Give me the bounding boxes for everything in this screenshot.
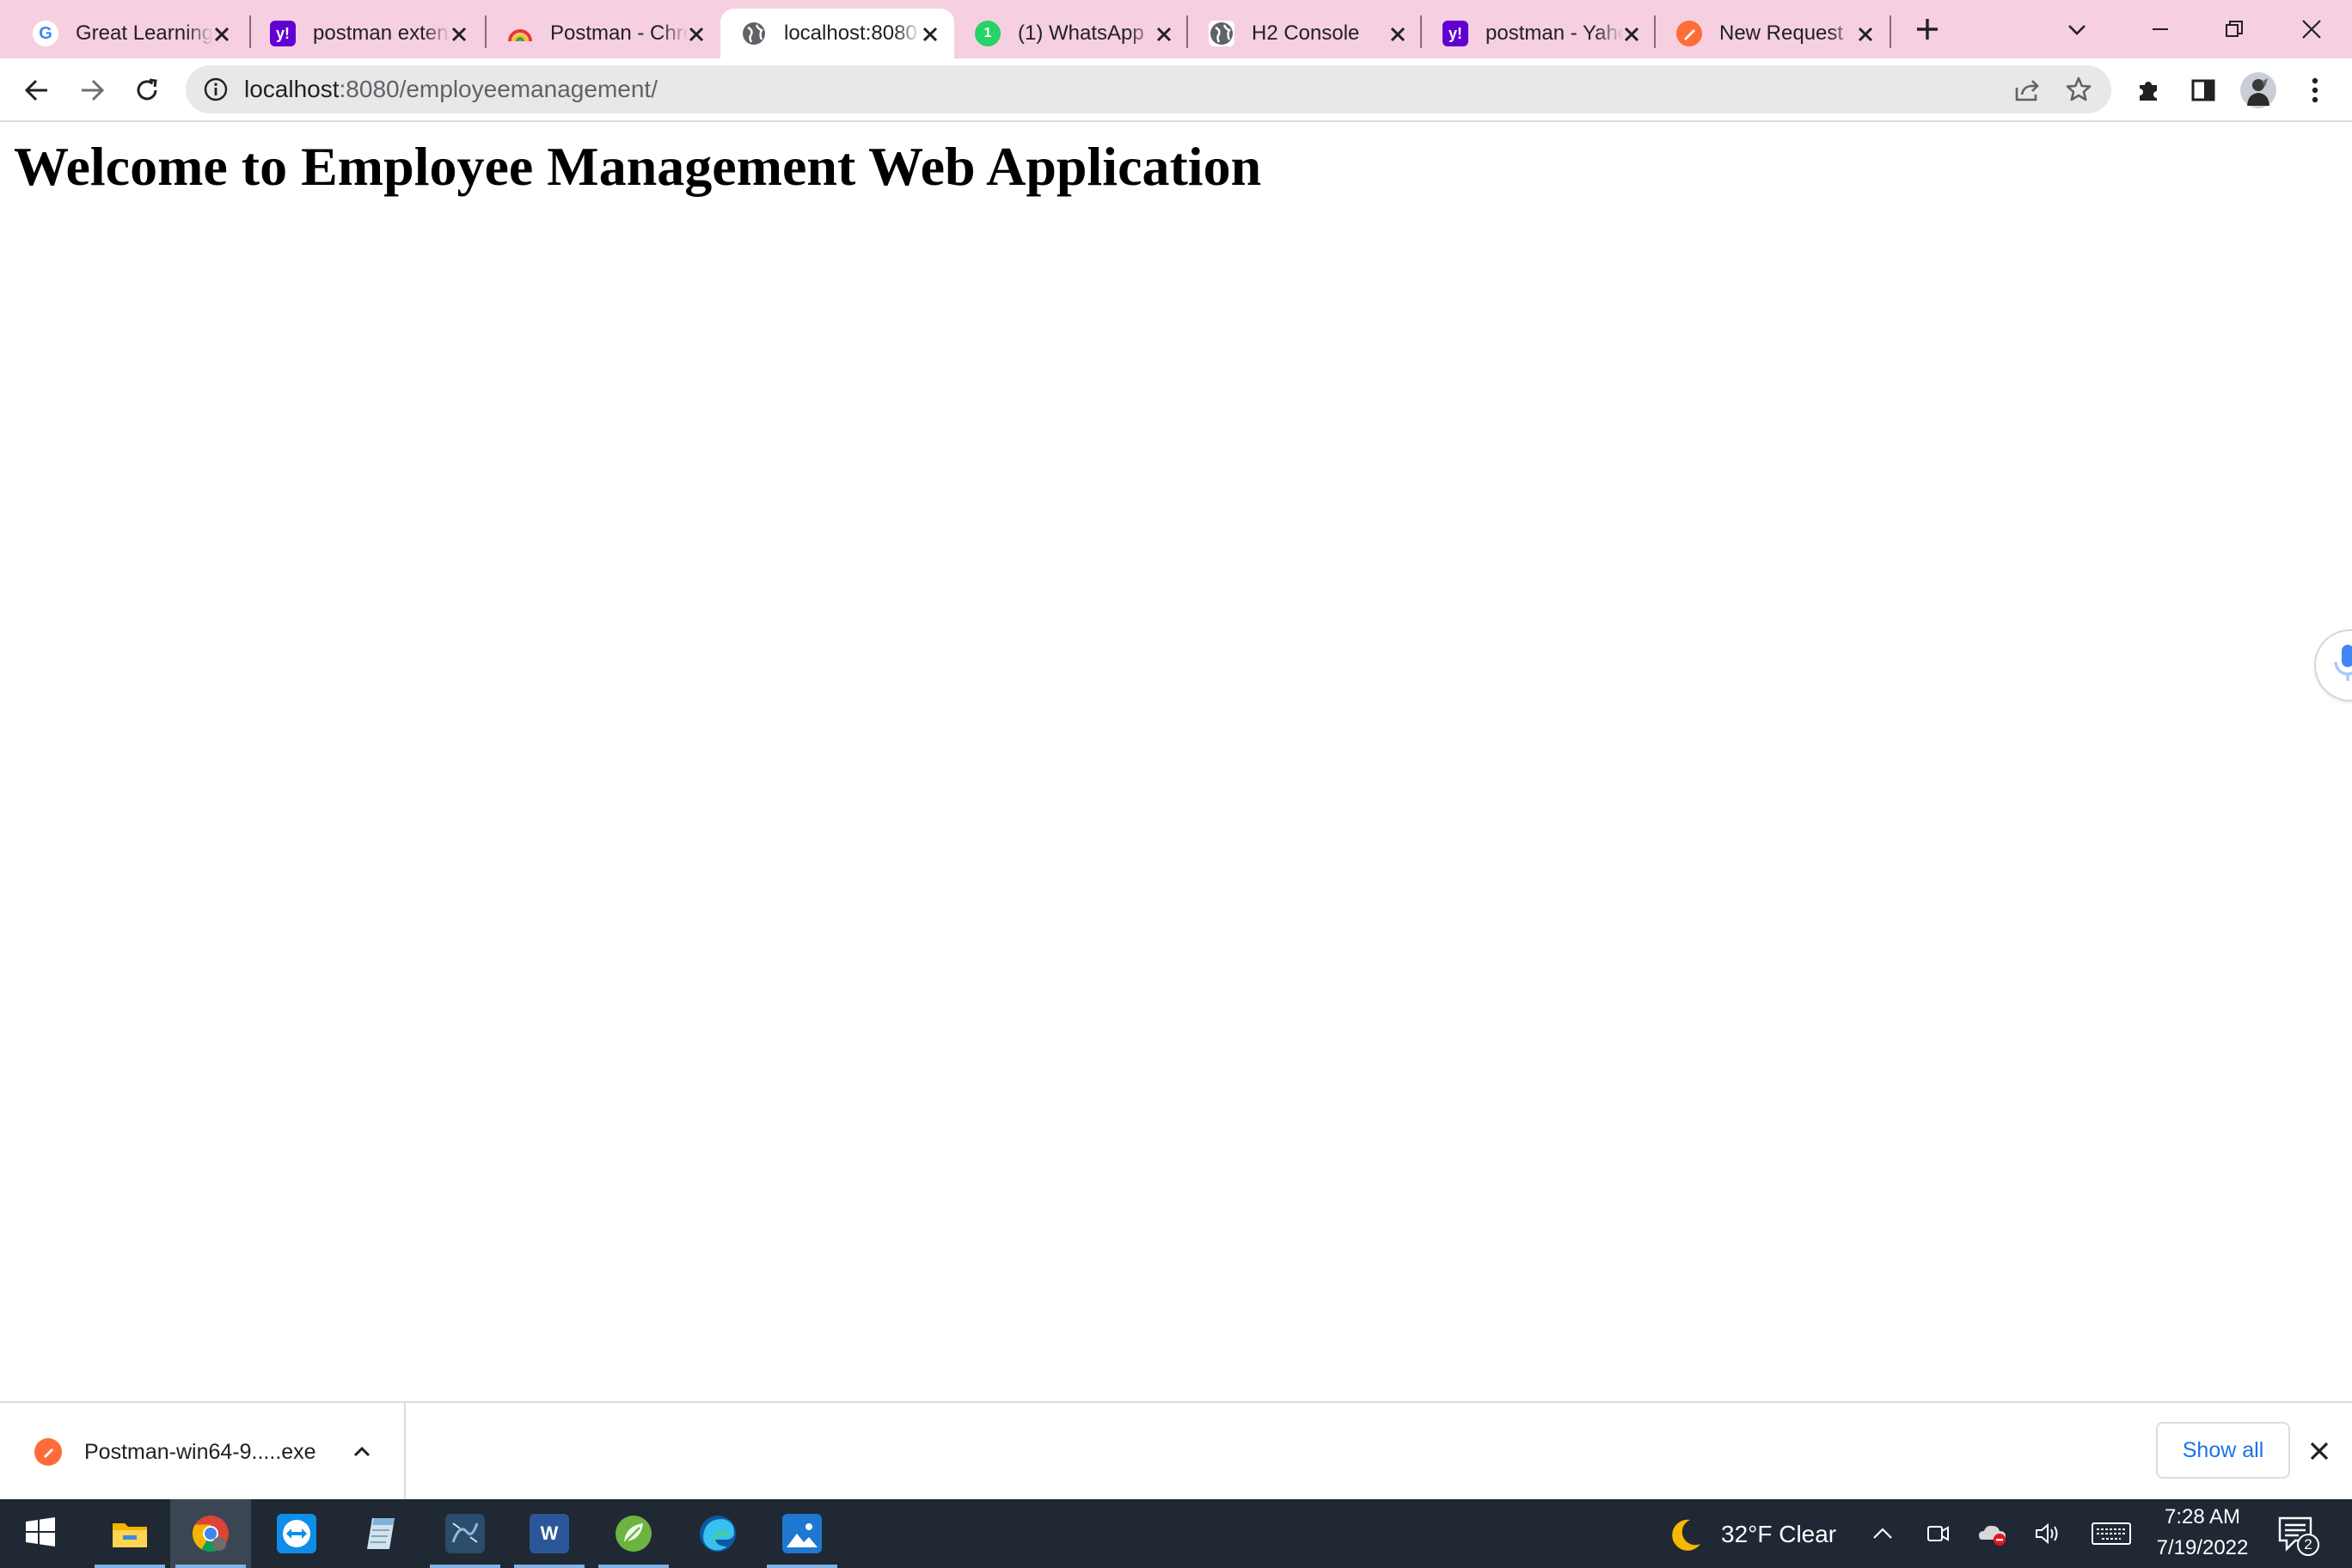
profile-avatar[interactable] xyxy=(2237,69,2280,112)
reload-button[interactable] xyxy=(126,69,168,112)
url-path: :8080/employeemanagement/ xyxy=(339,76,658,102)
tab-postman-chrome[interactable]: Postman - Chrome xyxy=(487,9,720,58)
download-item[interactable]: Postman-win64-9.....exe xyxy=(0,1403,406,1499)
taskbar-chrome[interactable] xyxy=(170,1499,251,1568)
yahoo-icon: y! xyxy=(270,21,296,46)
tab-new-request[interactable]: New Request xyxy=(1656,9,1890,58)
close-icon[interactable] xyxy=(684,22,708,46)
whatsapp-icon: 1 xyxy=(975,21,1001,46)
mysql-workbench-icon xyxy=(445,1514,485,1553)
download-file-name: Postman-win64-9.....exe xyxy=(84,1440,316,1464)
chevron-up-icon[interactable] xyxy=(347,1437,377,1467)
restore-button[interactable] xyxy=(2206,7,2263,52)
tab-postman-yahoo[interactable]: y! postman - Yahoo xyxy=(1422,9,1656,58)
tab-title: (1) WhatsApp xyxy=(1018,21,1144,45)
clock-date[interactable]: 7/19/2022 xyxy=(2146,1535,2259,1561)
yahoo-icon: y! xyxy=(1442,21,1468,46)
minimize-button[interactable] xyxy=(2132,7,2189,52)
tab-title: localhost:8080 xyxy=(784,21,917,45)
keyboard-icon[interactable] xyxy=(2089,1516,2134,1551)
tab-great-learning[interactable]: G Great Learning xyxy=(12,9,246,58)
rainbow-icon xyxy=(507,21,533,46)
globe-icon xyxy=(741,21,767,46)
teamviewer-icon xyxy=(277,1514,316,1553)
forward-button[interactable] xyxy=(70,69,113,112)
start-button[interactable] xyxy=(0,1499,81,1568)
spring-tool-suite-icon xyxy=(614,1514,653,1553)
notification-count-badge: 2 xyxy=(2297,1534,2319,1556)
close-icon[interactable] xyxy=(210,22,234,46)
volume-icon[interactable] xyxy=(2030,1516,2065,1551)
page-viewport: Welcome to Employee Management Web Appli… xyxy=(0,124,2352,1401)
close-icon[interactable] xyxy=(1152,22,1176,46)
close-icon[interactable] xyxy=(2304,1436,2335,1467)
taskbar-mysql-workbench[interactable] xyxy=(425,1499,505,1568)
word-icon: W xyxy=(530,1514,569,1553)
tab-whatsapp[interactable]: 1 (1) WhatsApp xyxy=(954,9,1188,58)
close-icon[interactable] xyxy=(1386,22,1410,46)
show-hidden-icons-chevron-icon[interactable] xyxy=(1865,1516,1900,1551)
taskbar-notepad[interactable] xyxy=(340,1499,421,1568)
tab-title: postman - Yahoo xyxy=(1485,21,1623,45)
chrome-menu-icon[interactable] xyxy=(2294,69,2337,112)
file-explorer-icon xyxy=(110,1514,150,1553)
url-host: localhost xyxy=(244,76,340,102)
clock-time[interactable]: 7:28 AM xyxy=(2159,1504,2245,1530)
tab-title: Great Learning xyxy=(76,21,213,45)
close-icon[interactable] xyxy=(1620,22,1644,46)
postman-icon xyxy=(34,1438,62,1466)
bookmark-star-icon[interactable] xyxy=(2063,74,2094,105)
taskbar-photos[interactable] xyxy=(762,1499,842,1568)
tab-title: Postman - Chrome xyxy=(550,21,688,45)
edge-icon xyxy=(698,1514,738,1553)
tab-postman-extension[interactable]: y! postman extension xyxy=(249,9,483,58)
page-title: Welcome to Employee Management Web Appli… xyxy=(14,136,1262,197)
tab-title: H2 Console xyxy=(1252,21,1360,45)
weather-widget[interactable]: 32°F Clear xyxy=(1721,1520,1836,1549)
photos-icon xyxy=(782,1514,822,1553)
tab-title: postman extension xyxy=(313,21,450,45)
extensions-icon[interactable] xyxy=(2127,69,2170,112)
site-info-icon[interactable] xyxy=(203,77,229,102)
url-text: localhost:8080/employeemanagement/ xyxy=(244,77,658,102)
close-icon[interactable] xyxy=(1853,22,1877,46)
tab-separator xyxy=(1890,15,1891,48)
taskbar-edge[interactable] xyxy=(677,1499,758,1568)
postman-icon xyxy=(1676,21,1702,46)
taskbar-spring-tool-suite[interactable] xyxy=(593,1499,674,1568)
download-shelf: Postman-win64-9.....exe Show all xyxy=(0,1401,2352,1499)
globe-icon xyxy=(1209,21,1234,46)
browser-toolbar: localhost:8080/employeemanagement/ xyxy=(0,58,2352,122)
new-tab-button[interactable] xyxy=(1905,7,1950,52)
notepad-icon xyxy=(361,1514,401,1553)
moon-icon xyxy=(1664,1515,1706,1556)
taskbar-file-explorer[interactable] xyxy=(89,1499,170,1568)
taskbar-word[interactable]: W xyxy=(509,1499,590,1568)
start-icon xyxy=(26,1516,55,1551)
side-panel-icon[interactable] xyxy=(2182,69,2225,112)
tab-search-button[interactable] xyxy=(2055,7,2099,52)
microphone-icon xyxy=(2331,643,2352,689)
voice-search-button[interactable] xyxy=(2316,631,2352,700)
tab-strip: G Great Learning y! postman extension Po… xyxy=(0,0,2352,58)
meet-now-icon[interactable] xyxy=(1920,1516,1955,1551)
whatsapp-badge: 1 xyxy=(983,26,992,40)
show-all-button[interactable]: Show all xyxy=(2156,1422,2290,1479)
share-icon[interactable] xyxy=(2012,74,2043,105)
close-window-button[interactable] xyxy=(2283,7,2340,52)
close-icon[interactable] xyxy=(447,22,471,46)
onedrive-icon[interactable] xyxy=(1975,1516,2010,1551)
close-icon[interactable] xyxy=(918,22,942,46)
tab-localhost[interactable]: localhost:8080 xyxy=(720,9,954,58)
address-bar[interactable]: localhost:8080/employeemanagement/ xyxy=(186,65,2111,113)
chrome-icon xyxy=(191,1514,230,1553)
tab-h2-console[interactable]: H2 Console xyxy=(1188,9,1422,58)
back-button[interactable] xyxy=(15,69,58,112)
taskbar-teamviewer[interactable] xyxy=(256,1499,337,1568)
windows-taskbar: W 32°F Clear 7:28 AM 7/19/2022 2 xyxy=(0,1499,2352,1568)
tab-title: New Request xyxy=(1719,21,1844,45)
google-icon: G xyxy=(33,21,58,46)
